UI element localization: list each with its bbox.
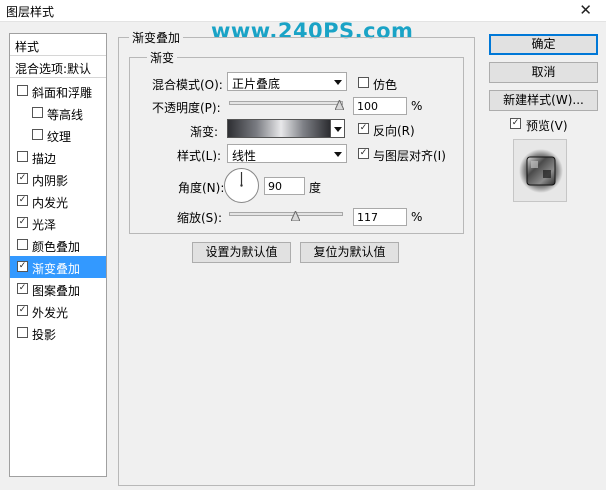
sidebar-item[interactable]: 纹理 xyxy=(10,124,106,146)
gradient-label: 渐变: xyxy=(190,125,219,139)
blend-mode-value: 正片叠底 xyxy=(232,77,281,91)
window-title: 图层样式 xyxy=(6,5,55,19)
sidebar-item-checkbox[interactable]: ✓ xyxy=(17,283,28,294)
sidebar-item[interactable]: 等高线 xyxy=(10,102,106,124)
sidebar-item-label: 斜面和浮雕 xyxy=(32,86,93,100)
reset-default-button[interactable]: 复位为默认值 xyxy=(300,242,399,263)
sidebar-item-checkbox[interactable]: ✓ xyxy=(17,261,28,272)
sidebar-item-label: 内发光 xyxy=(32,196,69,210)
sidebar-item[interactable]: 颜色叠加 xyxy=(10,234,106,256)
sidebar-item[interactable]: 投影 xyxy=(10,322,106,344)
scale-slider-thumb[interactable] xyxy=(291,211,301,221)
set-default-button[interactable]: 设置为默认值 xyxy=(192,242,291,263)
new-style-button[interactable]: 新建样式(W)... xyxy=(489,90,598,111)
scale-value: 117 xyxy=(357,211,378,224)
sidebar-item-label: 描边 xyxy=(32,152,57,166)
gradient-swatch[interactable] xyxy=(227,119,331,138)
angle-value: 90 xyxy=(268,180,282,193)
style-value: 线性 xyxy=(232,149,257,163)
gradient-picker-button[interactable] xyxy=(330,119,345,138)
sidebar-item-checkbox[interactable] xyxy=(17,239,28,250)
close-icon[interactable]: ✕ xyxy=(579,1,592,19)
sidebar-item-checkbox[interactable]: ✓ xyxy=(17,305,28,316)
sidebar-item-label: 纹理 xyxy=(47,130,72,144)
opacity-label: 不透明度(P): xyxy=(152,101,221,115)
styles-sidebar: 样式 混合选项:默认 斜面和浮雕等高线纹理描边 ✓ 内阴影 ✓ 内发光 ✓ 光泽颜色叠加 ✓ 渐… xyxy=(9,33,107,477)
sidebar-item-label: 渐变叠加 xyxy=(32,262,81,276)
sidebar-item-checkbox[interactable] xyxy=(32,129,43,140)
sidebar-header: 样式 xyxy=(10,34,106,56)
chevron-down-icon xyxy=(334,80,342,85)
scale-slider-track[interactable] xyxy=(229,212,343,216)
subgroup-title: 渐变 xyxy=(147,49,178,66)
blend-mode-select[interactable]: 正片叠底 xyxy=(227,72,347,91)
sidebar-item-checkbox[interactable] xyxy=(17,327,28,338)
opacity-slider-track[interactable] xyxy=(229,101,343,105)
ok-button[interactable]: 确定 xyxy=(489,34,598,55)
sidebar-item-checkbox[interactable] xyxy=(17,151,28,162)
align-with-layer-label: 与图层对齐(I) xyxy=(373,149,446,163)
reverse-checkbox[interactable]: ✓ xyxy=(358,123,369,134)
sidebar-item-label: 光泽 xyxy=(32,218,57,232)
angle-dial[interactable] xyxy=(224,168,259,203)
sidebar-item[interactable]: ✓ 图案叠加 xyxy=(10,278,106,300)
sidebar-item[interactable]: 描边 xyxy=(10,146,106,168)
sidebar-blend-options-label: 混合选项:默认 xyxy=(15,62,92,76)
sidebar-item-checkbox[interactable] xyxy=(17,85,28,96)
sidebar-item-label: 内阴影 xyxy=(32,174,69,188)
sidebar-item[interactable]: ✓ 光泽 xyxy=(10,212,106,234)
angle-input[interactable]: 90 xyxy=(264,177,305,195)
sidebar-blend-options[interactable]: 混合选项:默认 xyxy=(10,56,106,78)
sidebar-header-label: 样式 xyxy=(15,40,40,54)
cancel-button[interactable]: 取消 xyxy=(489,62,598,83)
blend-mode-label: 混合模式(O): xyxy=(152,78,223,92)
sidebar-item-label: 等高线 xyxy=(47,108,84,122)
scale-unit: % xyxy=(411,210,423,224)
opacity-slider-thumb[interactable] xyxy=(334,100,344,110)
sidebar-item[interactable]: ✓ 外发光 xyxy=(10,300,106,322)
style-preview xyxy=(513,139,567,202)
opacity-value: 100 xyxy=(357,100,378,113)
style-select[interactable]: 线性 xyxy=(227,144,347,163)
chevron-down-icon xyxy=(334,127,342,132)
sidebar-item-label: 外发光 xyxy=(32,306,69,320)
opacity-unit: % xyxy=(411,99,423,113)
preview-label: 预览(V) xyxy=(526,119,568,133)
sidebar-item[interactable]: ✓ 内阴影 xyxy=(10,168,106,190)
reverse-label: 反向(R) xyxy=(373,124,415,138)
group-title: 渐变叠加 xyxy=(129,29,184,46)
scale-input[interactable]: 117 xyxy=(353,208,407,226)
dither-checkbox[interactable] xyxy=(358,77,369,88)
preview-checkbox[interactable]: ✓ xyxy=(510,118,521,129)
style-label: 样式(L): xyxy=(177,149,222,163)
sidebar-item-label: 图案叠加 xyxy=(32,284,81,298)
sidebar-item[interactable]: ✓ 内发光 xyxy=(10,190,106,212)
sidebar-item-checkbox[interactable]: ✓ xyxy=(17,173,28,184)
scale-label: 缩放(S): xyxy=(177,211,223,225)
sidebar-item-label: 颜色叠加 xyxy=(32,240,81,254)
dither-label: 仿色 xyxy=(373,78,398,92)
sidebar-item[interactable]: ✓ 渐变叠加 xyxy=(10,256,106,278)
sidebar-item-checkbox[interactable] xyxy=(32,107,43,118)
sidebar-item-checkbox[interactable]: ✓ xyxy=(17,195,28,206)
angle-unit: 度 xyxy=(309,181,322,195)
sidebar-item-label: 投影 xyxy=(32,328,57,342)
sidebar-item-checkbox[interactable]: ✓ xyxy=(17,217,28,228)
angle-label: 角度(N): xyxy=(178,181,225,195)
chevron-down-icon xyxy=(334,152,342,157)
opacity-input[interactable]: 100 xyxy=(353,97,407,115)
sidebar-item[interactable]: 斜面和浮雕 xyxy=(10,80,106,102)
align-with-layer-checkbox[interactable]: ✓ xyxy=(358,148,369,159)
